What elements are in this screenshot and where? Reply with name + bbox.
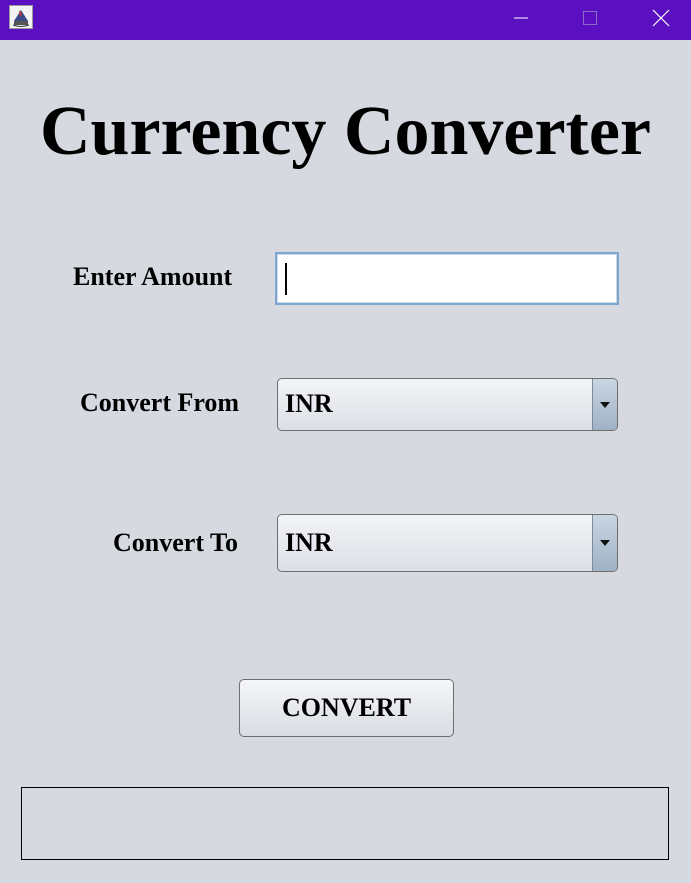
java-cup-icon[interactable] [9,5,33,29]
text-caret [285,263,287,295]
minimize-icon [514,17,528,19]
close-icon [652,9,670,27]
minimize-button[interactable] [498,0,544,36]
amount-label: Enter Amount [73,262,233,291]
convert-from-select[interactable]: INR [277,378,618,431]
maximize-button[interactable] [567,0,613,36]
convert-button[interactable]: CONVERT [239,679,454,737]
close-button[interactable] [638,0,684,36]
convert-to-dropdown-button[interactable] [592,515,617,571]
convert-from-label: Convert From [80,388,240,417]
amount-input[interactable] [275,252,619,305]
chevron-down-icon [600,540,610,546]
maximize-icon [583,11,597,25]
convert-to-selected: INR [285,528,333,557]
convert-from-selected: INR [285,389,333,418]
result-display [21,787,669,860]
convert-to-label: Convert To [113,528,238,557]
chevron-down-icon [600,401,610,408]
page-title: Currency Converter [40,93,651,170]
title-bar [0,0,691,40]
convert-to-select[interactable]: INR [277,514,618,572]
convert-from-dropdown-button[interactable] [592,379,617,430]
